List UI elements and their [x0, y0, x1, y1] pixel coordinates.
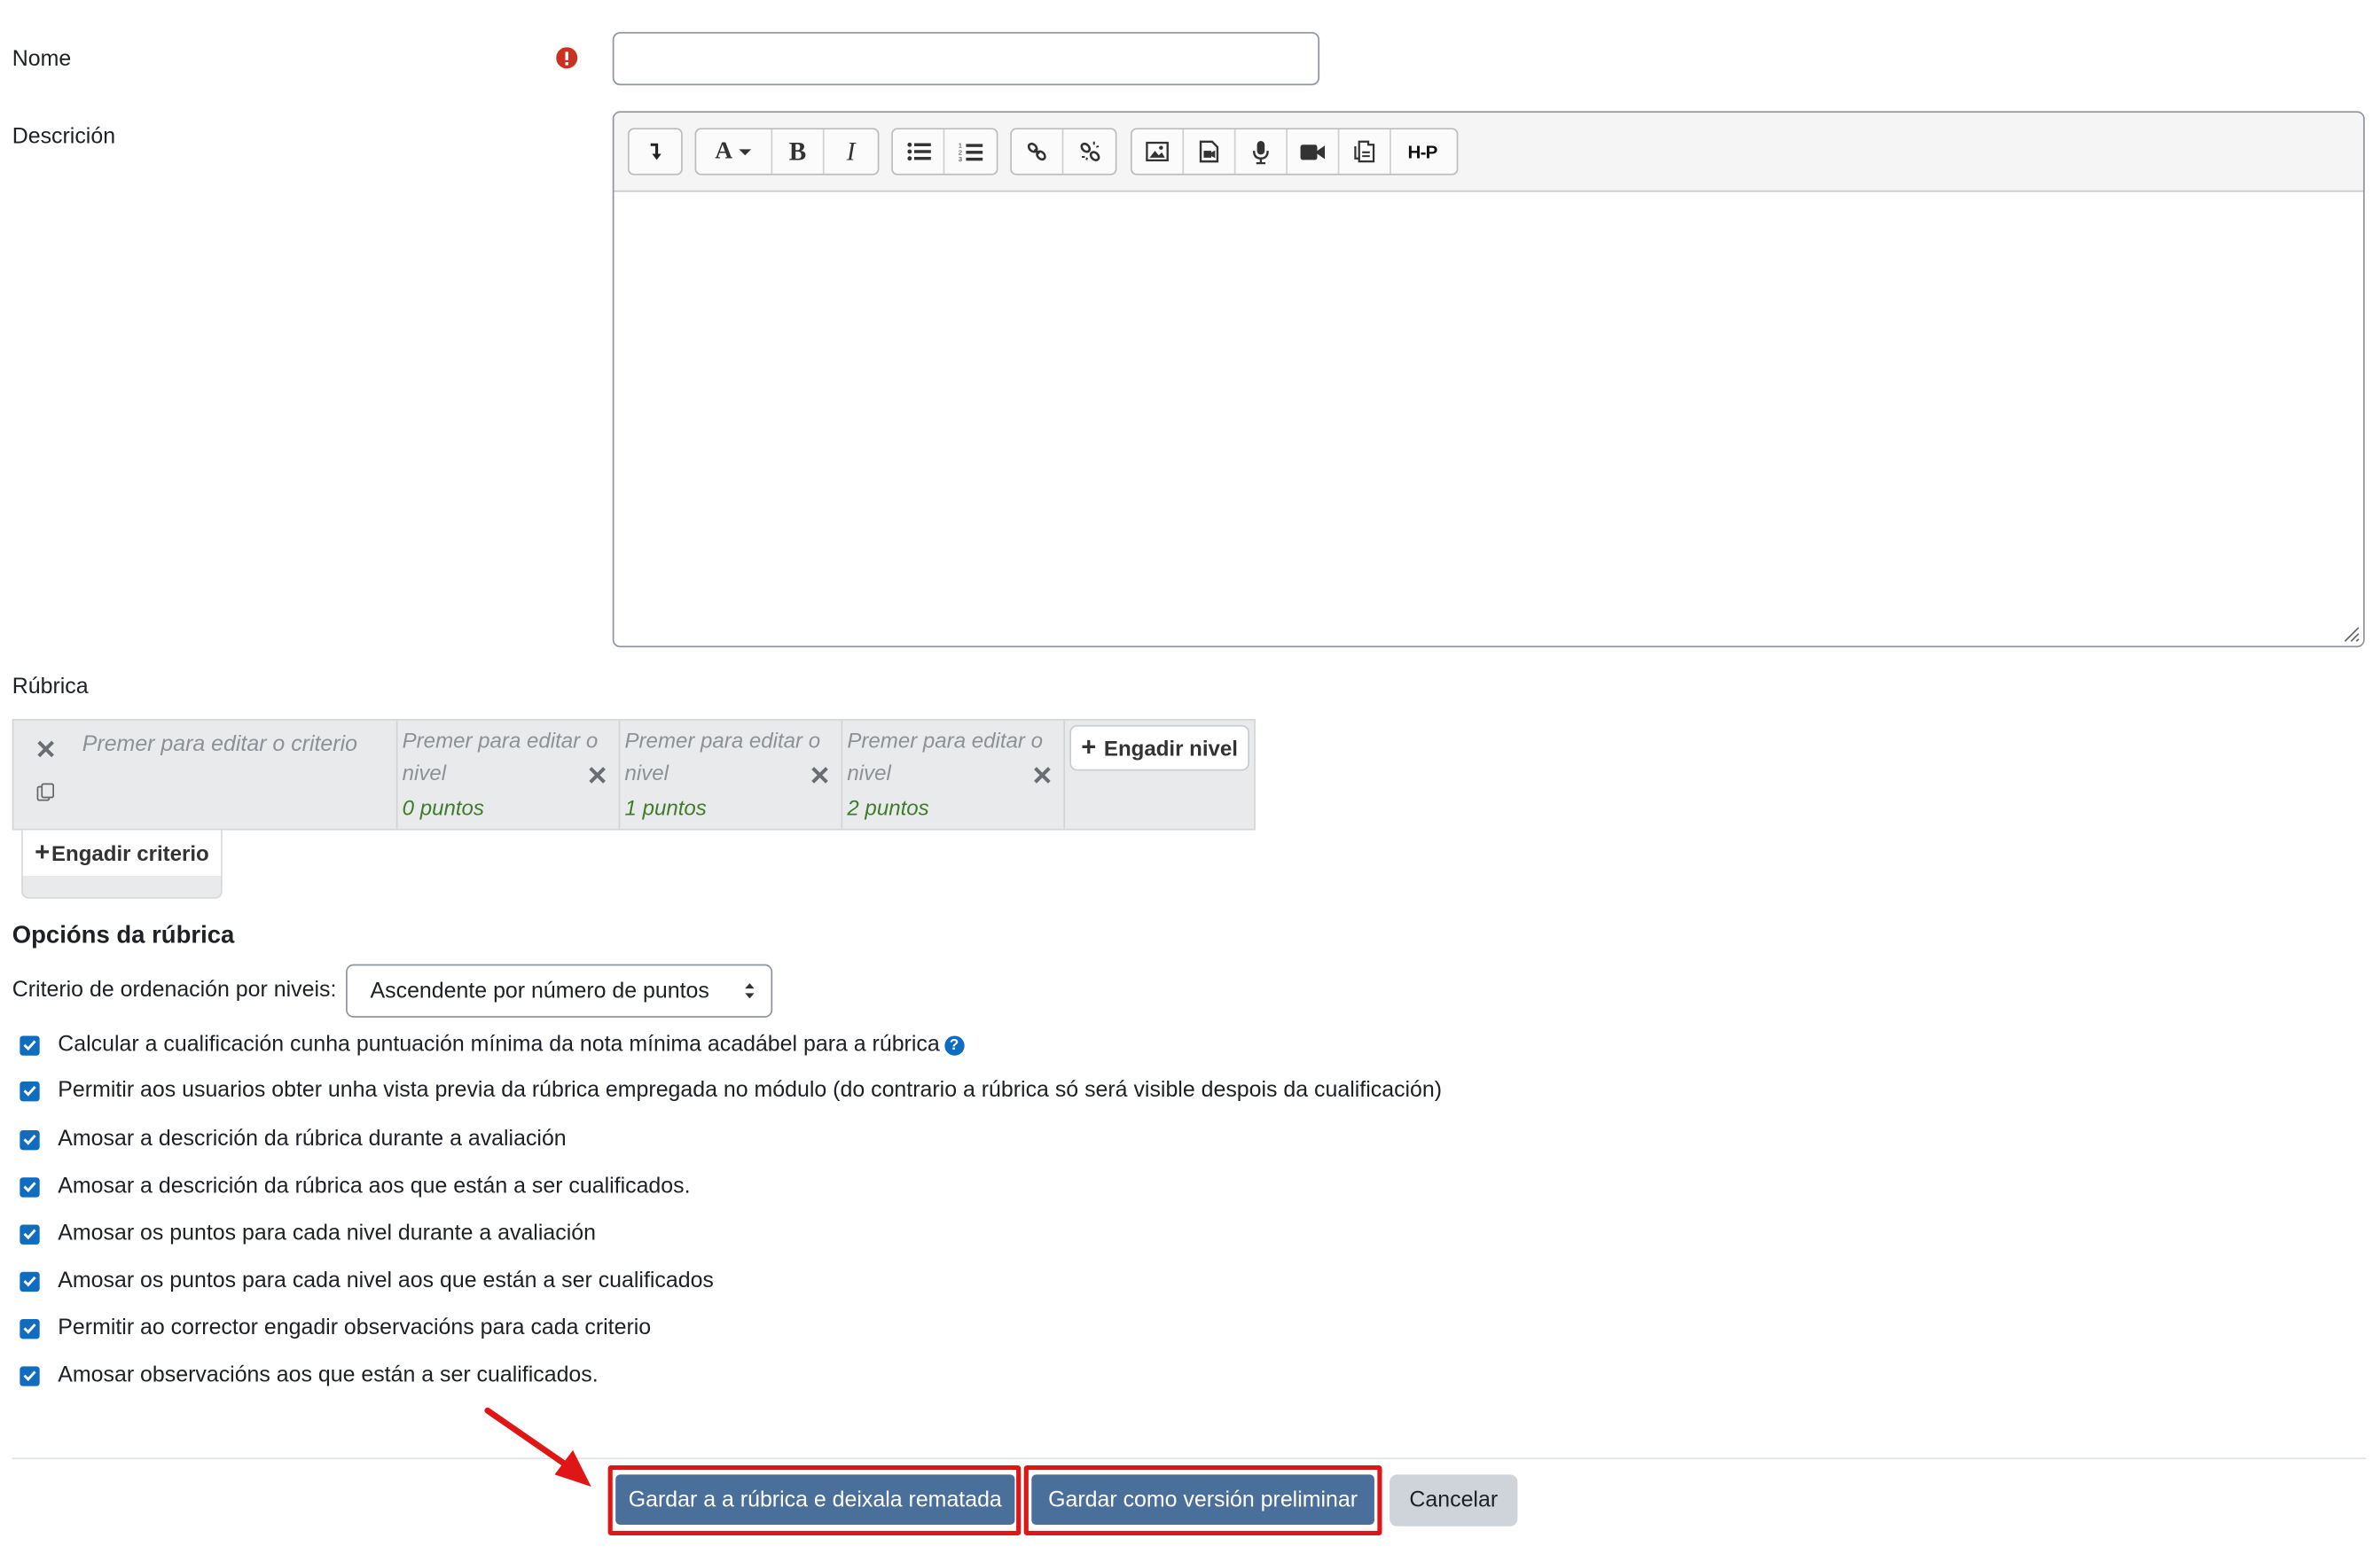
bold-icon[interactable]: B [772, 129, 825, 174]
delete-level-icon[interactable]: ✕ [809, 763, 830, 789]
checkbox[interactable] [20, 1129, 40, 1150]
rubric-edit-form: Nome Descrición A B I 1 2 3 H-P Rúbrica … [0, 0, 2380, 1554]
option-checkbox-row[interactable]: Amosar a descrición da rúbrica aos que e… [20, 1174, 691, 1199]
add-criterion-label: Engadir criterio [51, 840, 209, 865]
show-more-icon[interactable] [630, 129, 681, 174]
options-section-title: Opcións da rúbrica [12, 923, 235, 949]
checkbox[interactable] [20, 1223, 40, 1244]
option-label: Calcular a cualificación cunha puntuació… [58, 1033, 940, 1058]
unordered-list-icon[interactable] [893, 129, 945, 174]
option-checkbox-row[interactable]: Amosar a descrición da rúbrica durante a… [20, 1127, 567, 1152]
sort-order-select[interactable]: Ascendente por número de puntos [346, 964, 773, 1018]
name-label: Nome [12, 47, 72, 72]
option-label: Amosar a descrición da rúbrica aos que e… [58, 1174, 691, 1199]
level-definition[interactable]: Premer para editar o nivel [625, 725, 829, 789]
image-icon[interactable] [1132, 129, 1185, 174]
font-style-icon[interactable]: A [696, 129, 773, 174]
record-audio-icon[interactable] [1236, 129, 1288, 174]
option-label: Permitir aos usuarios obter unha vista p… [58, 1078, 1443, 1104]
cancel-button[interactable]: Cancelar [1390, 1474, 1518, 1527]
level-cell[interactable]: Premer para editar o nivel 0 puntos ✕ [395, 720, 619, 829]
annotation-arrow-icon [484, 1407, 591, 1488]
unlink-icon[interactable] [1063, 129, 1115, 174]
name-input[interactable] [612, 32, 1320, 86]
record-video-icon[interactable] [1288, 129, 1340, 174]
editor-toolbar: A B I 123 H-P [614, 113, 2364, 192]
option-label: Amosar os puntos para cada nivel aos que… [58, 1269, 714, 1293]
description-label: Descrición [12, 124, 116, 150]
criterion-row: ✕ Premer para editar o criterio [13, 721, 395, 829]
option-checkbox-row[interactable]: Permitir aos usuarios obter unha vista p… [20, 1079, 1442, 1103]
criterion-description[interactable]: Premer para editar o criterio [82, 730, 357, 761]
option-checkbox-row[interactable]: Calcular a cualificación cunha puntuació… [20, 1033, 965, 1058]
checkbox[interactable] [20, 1176, 40, 1197]
level-cell[interactable]: Premer para editar o nivel 2 puntos ✕ [841, 720, 1064, 829]
level-cell[interactable]: Premer para editar o nivel 1 puntos ✕ [618, 720, 842, 829]
option-checkbox-row[interactable]: Amosar os puntos para cada nivel durante… [20, 1222, 596, 1246]
level-definition[interactable]: Premer para editar o nivel [403, 725, 607, 789]
ordered-list-icon[interactable]: 123 [944, 129, 996, 174]
italic-icon[interactable]: I [825, 129, 878, 174]
level-definition[interactable]: Premer para editar o nivel [847, 725, 1051, 789]
delete-criterion-icon[interactable]: ✕ [35, 738, 57, 763]
add-level-button[interactable]: + Engadir nivel [1069, 724, 1250, 771]
help-icon[interactable]: ? [943, 1035, 965, 1055]
delete-level-icon[interactable]: ✕ [587, 763, 608, 789]
duplicate-criterion-icon[interactable] [36, 783, 55, 801]
level-points[interactable]: 2 puntos [847, 795, 928, 819]
description-editor: A B I 123 H-P [612, 111, 2365, 648]
link-icon[interactable] [1012, 129, 1064, 174]
resize-handle-icon[interactable] [2342, 625, 2360, 644]
save-draft-button[interactable]: Gardar como versión preliminar [1031, 1474, 1374, 1526]
checkbox[interactable] [20, 1270, 40, 1292]
level-points[interactable]: 0 puntos [403, 795, 484, 819]
rubric-table: ✕ Premer para editar o criterio Premer p… [12, 719, 1256, 831]
add-level-cell: + Engadir nivel [1063, 720, 1254, 829]
delete-level-icon[interactable]: ✕ [1031, 763, 1053, 789]
divider [12, 1457, 2367, 1460]
manage-files-icon[interactable] [1339, 129, 1391, 174]
option-label: Permitir ao corrector engadir observació… [58, 1316, 652, 1341]
sort-order-value: Ascendente por número de puntos [370, 979, 709, 1003]
add-criterion-button[interactable]: + Engadir criterio [22, 830, 222, 877]
option-checkbox-row[interactable]: Permitir ao corrector engadir observació… [20, 1316, 651, 1340]
h5p-icon[interactable]: H-P [1391, 129, 1453, 174]
checkbox[interactable] [20, 1035, 40, 1055]
checkbox[interactable] [20, 1081, 40, 1101]
sort-label: Criterio de ordenación por niveis: [12, 978, 337, 1003]
required-icon [556, 47, 578, 69]
option-checkbox-row[interactable]: Amosar os puntos para cada nivel aos que… [20, 1269, 714, 1293]
save-and-finish-button[interactable]: Gardar a a rúbrica e deixala rematada [615, 1474, 1015, 1526]
add-criterion-tab: + Engadir criterio [21, 830, 223, 899]
option-label: Amosar a descrición da rúbrica durante a… [58, 1127, 567, 1152]
add-level-label: Engadir nivel [1103, 735, 1238, 761]
plus-icon: + [35, 838, 51, 867]
rubric-label: Rúbrica [12, 675, 89, 699]
option-checkbox-row[interactable]: Amosar observacións aos que están a ser … [20, 1363, 599, 1388]
media-icon[interactable] [1184, 129, 1236, 174]
svg-text:3: 3 [959, 154, 962, 162]
plus-icon: + [1081, 732, 1097, 762]
checkbox[interactable] [20, 1318, 40, 1339]
checkbox[interactable] [20, 1365, 40, 1386]
option-label: Amosar os puntos para cada nivel durante… [58, 1222, 596, 1246]
level-points[interactable]: 1 puntos [625, 795, 707, 819]
option-label: Amosar observacións aos que están a ser … [58, 1363, 599, 1388]
select-caret-icon [745, 983, 755, 999]
